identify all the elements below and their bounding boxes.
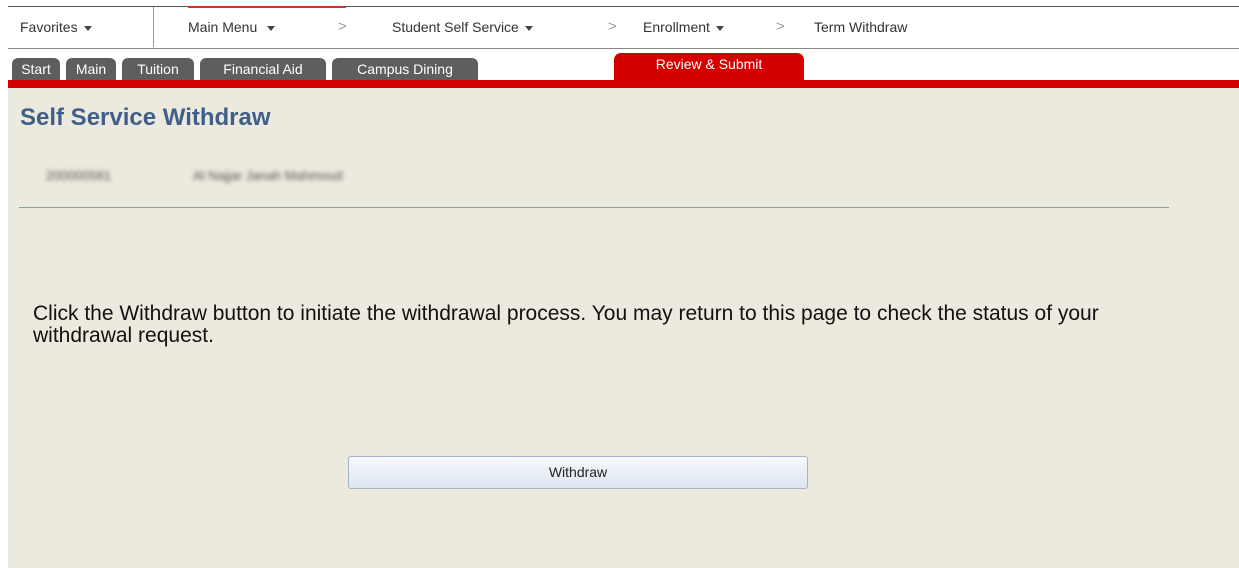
breadcrumb-separator: > (338, 18, 347, 35)
tab-label: Main (75, 61, 107, 77)
chevron-down-icon (524, 25, 533, 31)
main-content: Self Service Withdraw 200000581 Al Najja… (8, 88, 1239, 568)
breadcrumb-separator: > (608, 18, 617, 35)
section-divider (19, 207, 1169, 208)
top-navigation-bar: Favorites Main Menu > Student Self Servi… (8, 6, 1239, 48)
tab-campus-dining[interactable]: Campus Dining (332, 58, 478, 80)
breadcrumb-student-self-service[interactable]: Student Self Service (392, 19, 533, 35)
tab-label: Tuition (137, 61, 179, 77)
tab-financial-aid[interactable]: Financial Aid (200, 58, 326, 80)
tab-label: Review & Submit (655, 56, 763, 72)
tab-tuition[interactable]: Tuition (122, 58, 194, 80)
tab-strip: Start Main Tuition Financial Aid Campus … (8, 48, 1239, 88)
breadcrumb-separator: > (776, 18, 785, 35)
favorites-divider (153, 7, 154, 47)
favorites-menu[interactable]: Favorites (20, 19, 92, 35)
favorites-label: Favorites (20, 19, 78, 35)
student-name: Al Najjar Janah Mahmoud (193, 168, 343, 183)
instructions-text: Click the Withdraw button to initiate th… (33, 302, 1099, 347)
breadcrumb-term-withdraw: Term Withdraw (814, 19, 907, 35)
tab-strip-top-border (8, 48, 1239, 49)
accent-line (188, 6, 346, 8)
page: Favorites Main Menu > Student Self Servi… (0, 0, 1239, 568)
tab-strip-active-border (8, 80, 1239, 88)
chevron-down-icon (715, 25, 724, 31)
breadcrumb-label: Term Withdraw (814, 19, 908, 35)
tab-start[interactable]: Start (12, 58, 60, 80)
tab-review-submit[interactable]: Review & Submit (614, 53, 804, 81)
breadcrumb-label: Student Self Service (392, 19, 519, 35)
tab-label: Financial Aid (223, 61, 303, 77)
tab-label: Start (21, 61, 51, 77)
breadcrumb-enrollment[interactable]: Enrollment (643, 19, 724, 35)
chevron-down-icon (267, 25, 276, 31)
chevron-down-icon (83, 25, 92, 31)
breadcrumb-label: Main Menu (188, 19, 258, 35)
withdraw-button[interactable]: Withdraw (348, 456, 808, 489)
student-id: 200000581 (46, 168, 112, 183)
tab-label: Campus Dining (357, 61, 453, 77)
tab-main[interactable]: Main (66, 58, 116, 80)
breadcrumb-label: Enrollment (643, 19, 710, 35)
breadcrumb-main-menu[interactable]: Main Menu (188, 19, 276, 35)
page-title: Self Service Withdraw (20, 104, 271, 131)
